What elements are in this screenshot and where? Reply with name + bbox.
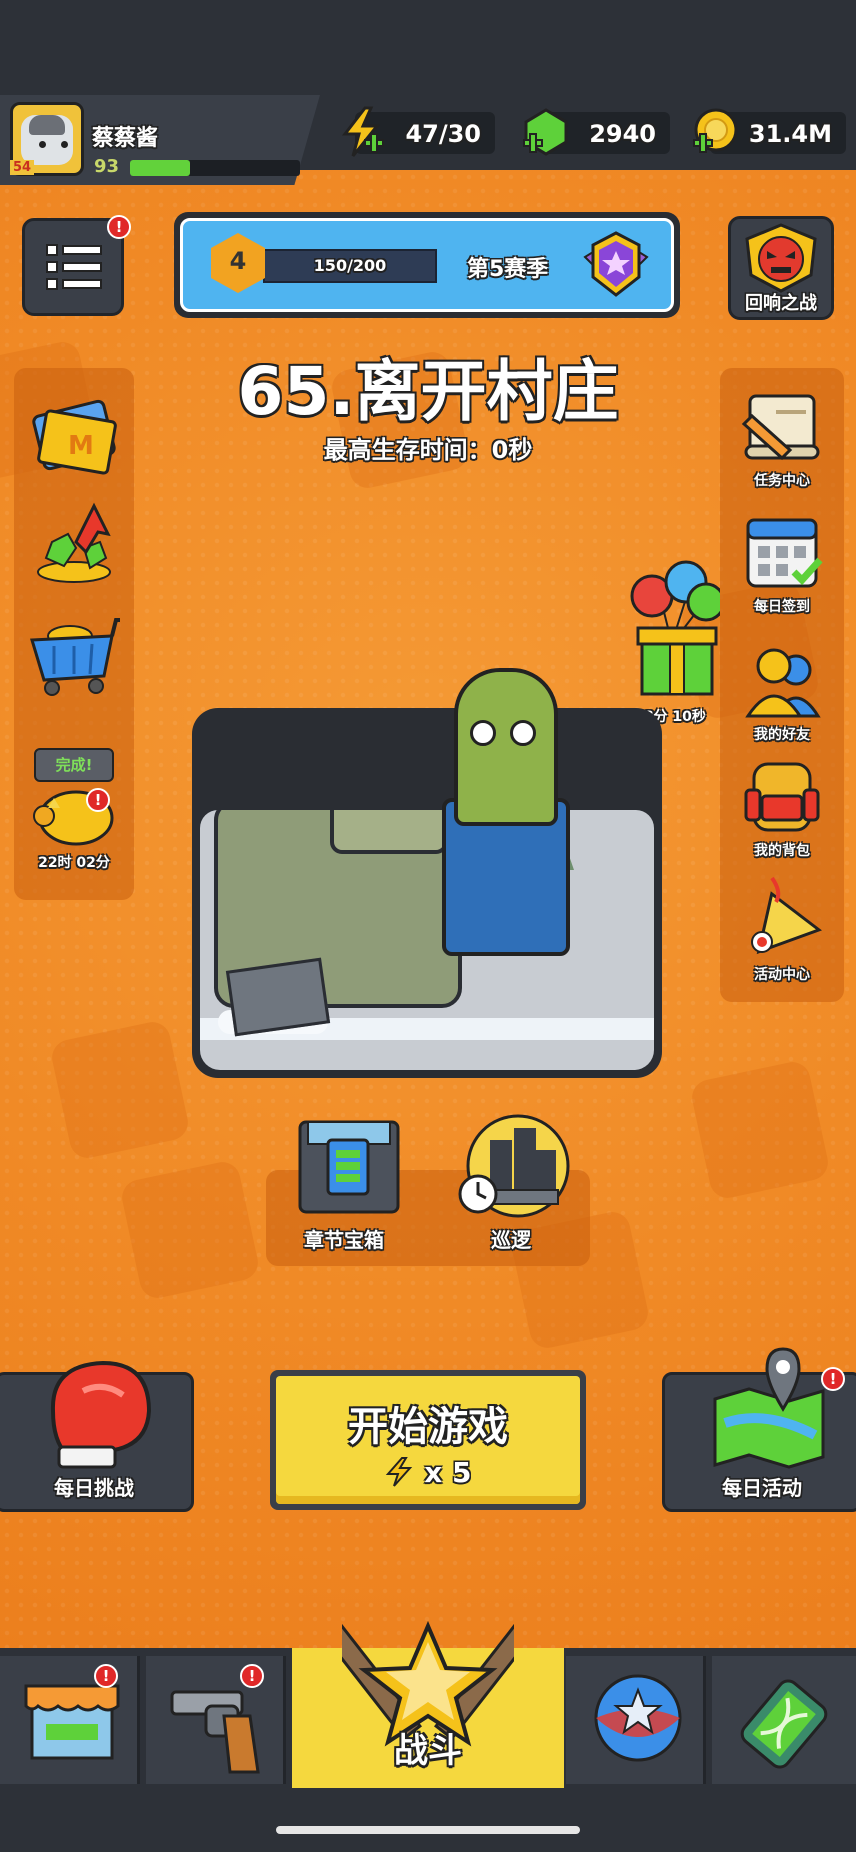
monthly-card-button[interactable]: M — [24, 392, 124, 482]
start-game-cost: x 5 — [276, 1456, 580, 1489]
player-level: 93 — [94, 156, 120, 177]
bottom-safe-area — [0, 1788, 856, 1852]
echo-battle-label: 回响之战 — [745, 293, 817, 314]
daily-event-label: 每日活动 — [722, 1476, 802, 1500]
piggy-timer: 22时 02分 — [38, 855, 110, 871]
energy-value: 47/30 — [405, 120, 481, 148]
patrol-label: 巡逻 — [491, 1228, 531, 1252]
zombie-head — [454, 668, 558, 826]
daily-checkin-button[interactable]: 每日签到 — [732, 512, 832, 616]
chapter-chest-button[interactable]: 章节宝箱 — [294, 1110, 400, 1253]
calendar-icon — [746, 518, 823, 588]
dna-capsule-icon — [740, 1679, 828, 1769]
event-center-button[interactable]: 活动中心 — [732, 872, 832, 984]
nav-shop[interactable]: ! — [0, 1656, 140, 1784]
shop-icon — [24, 1684, 120, 1760]
friends-button[interactable]: 我的好友 — [732, 644, 832, 744]
task-center-button[interactable]: 任务中心 — [732, 388, 832, 490]
start-game-label: 开始游戏 — [348, 1404, 508, 1450]
echo-battle-button[interactable]: 回响之战 — [728, 216, 834, 320]
season-tier: 4 — [229, 247, 247, 275]
piggy-bank-button[interactable]: 完成! ! 22时 02分 — [24, 746, 124, 876]
boxing-glove-icon — [50, 1360, 152, 1469]
nav-battle[interactable]: 战斗 — [292, 1620, 564, 1788]
xp-bar — [130, 160, 300, 176]
coin-counter[interactable]: 31.4M — [693, 108, 846, 154]
daily-challenge-label: 每日挑战 — [54, 1476, 134, 1500]
notification-dot: ! — [240, 1664, 264, 1688]
gem-counter[interactable]: 2940 — [523, 108, 670, 156]
patrol-clock-icon — [458, 1114, 570, 1218]
menu-list-icon — [46, 244, 102, 290]
daily-checkin-label: 每日签到 — [754, 599, 810, 615]
piggy-bank-icon — [33, 790, 114, 846]
shopping-cart-icon — [30, 618, 120, 696]
svg-text:M: M — [68, 431, 94, 461]
season-medal-icon — [583, 231, 649, 297]
energy-counter[interactable]: 47/30 — [341, 106, 495, 157]
friends-label: 我的好友 — [754, 727, 810, 743]
start-cost-value: x 5 — [424, 1456, 472, 1489]
map-icon — [713, 1347, 825, 1469]
patrol-button[interactable]: 巡逻 — [456, 1110, 570, 1253]
gift-balloon-icon — [630, 560, 726, 696]
level-preview — [192, 668, 662, 1078]
party-popper-icon — [751, 876, 822, 955]
backpack-icon — [744, 762, 820, 832]
scroll-icon — [741, 394, 820, 461]
gem-value: 2940 — [589, 120, 656, 148]
star-orb-icon — [594, 1674, 682, 1762]
player-level-badge: 54 — [10, 160, 35, 175]
energy-icon — [386, 1457, 413, 1487]
notification-dot: ! — [86, 788, 110, 812]
season-progress: 150/200 — [263, 249, 437, 283]
coin-value: 31.4M — [748, 120, 832, 148]
notification-dot: ! — [94, 1664, 118, 1688]
backpack-label: 我的背包 — [754, 843, 810, 859]
player-name: 蔡蔡酱 — [92, 126, 159, 151]
start-game-button[interactable]: 开始游戏 x 5 — [270, 1370, 586, 1510]
friends-icon — [745, 648, 821, 718]
growth-fund-button[interactable] — [24, 492, 124, 588]
home-indicator[interactable] — [276, 1826, 580, 1834]
shop-cart-button[interactable] — [24, 600, 124, 700]
treasure-chest-icon — [298, 1120, 400, 1214]
season-pass-bar[interactable]: 150/200 4 第5赛季 — [174, 212, 680, 318]
daily-event-button[interactable]: ! 每日活动 — [662, 1347, 856, 1512]
notification-dot: ! — [821, 1367, 845, 1391]
season-progress-text: 150/200 — [313, 256, 387, 275]
notification-dot: ! — [107, 215, 131, 239]
gem-growth-icon — [37, 502, 111, 583]
timed-gift-button[interactable]: 38分 10秒 — [620, 556, 726, 726]
demon-icon — [745, 223, 817, 293]
backpack-button[interactable]: 我的背包 — [732, 756, 832, 860]
menu-button[interactable]: ! — [22, 215, 131, 316]
daily-challenge-button[interactable]: 每日挑战 — [0, 1360, 194, 1512]
task-center-label: 任务中心 — [754, 473, 810, 489]
nav-weapons[interactable]: ! — [146, 1656, 286, 1784]
energy-icon — [341, 106, 384, 157]
coin-icon — [693, 108, 738, 153]
nav-talents[interactable] — [566, 1656, 706, 1784]
chapter-chest-label: 章节宝箱 — [304, 1228, 384, 1252]
season-tier-badge: 4 — [211, 233, 265, 293]
gem-icon — [523, 108, 568, 156]
nav-evolution[interactable] — [712, 1656, 856, 1784]
monthly-card-icon: M — [32, 399, 117, 475]
revolver-icon — [170, 1690, 260, 1774]
season-label: 第5赛季 — [467, 257, 549, 282]
nav-battle-label: 战斗 — [394, 1731, 462, 1771]
